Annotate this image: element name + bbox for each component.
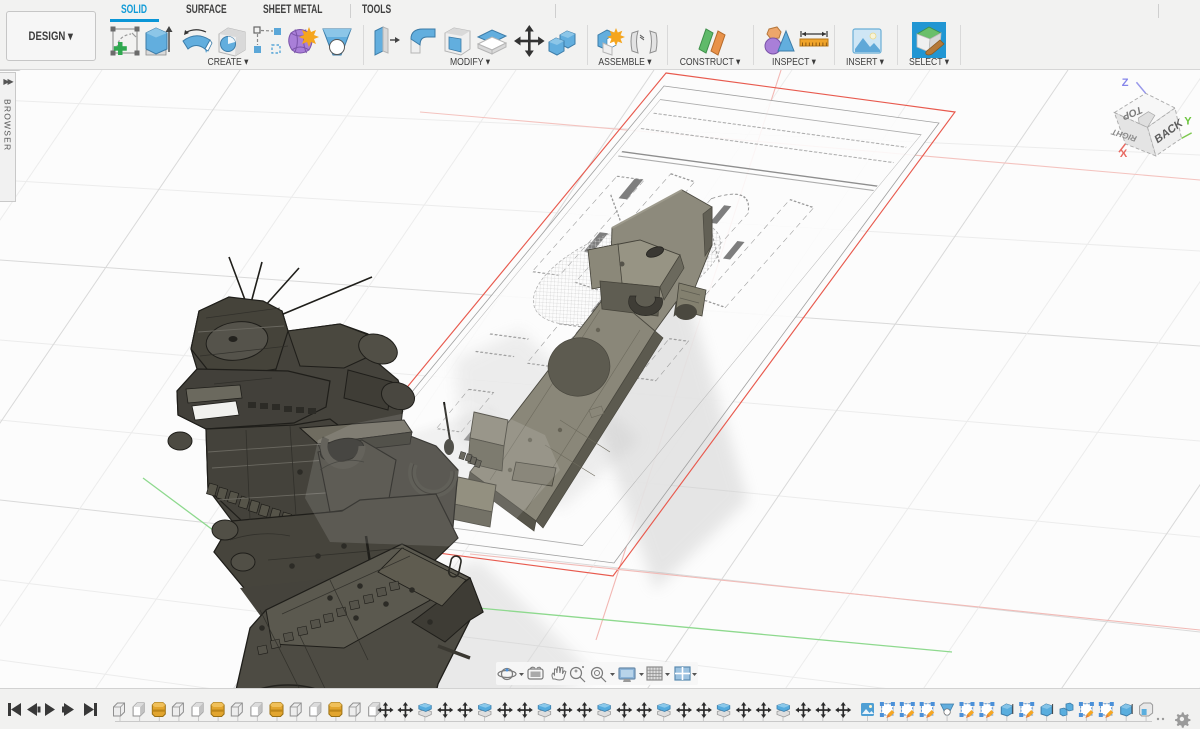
svg-text:Z: Z xyxy=(1122,77,1129,89)
svg-text:X: X xyxy=(1120,148,1128,160)
svg-text:Y: Y xyxy=(1184,116,1192,128)
